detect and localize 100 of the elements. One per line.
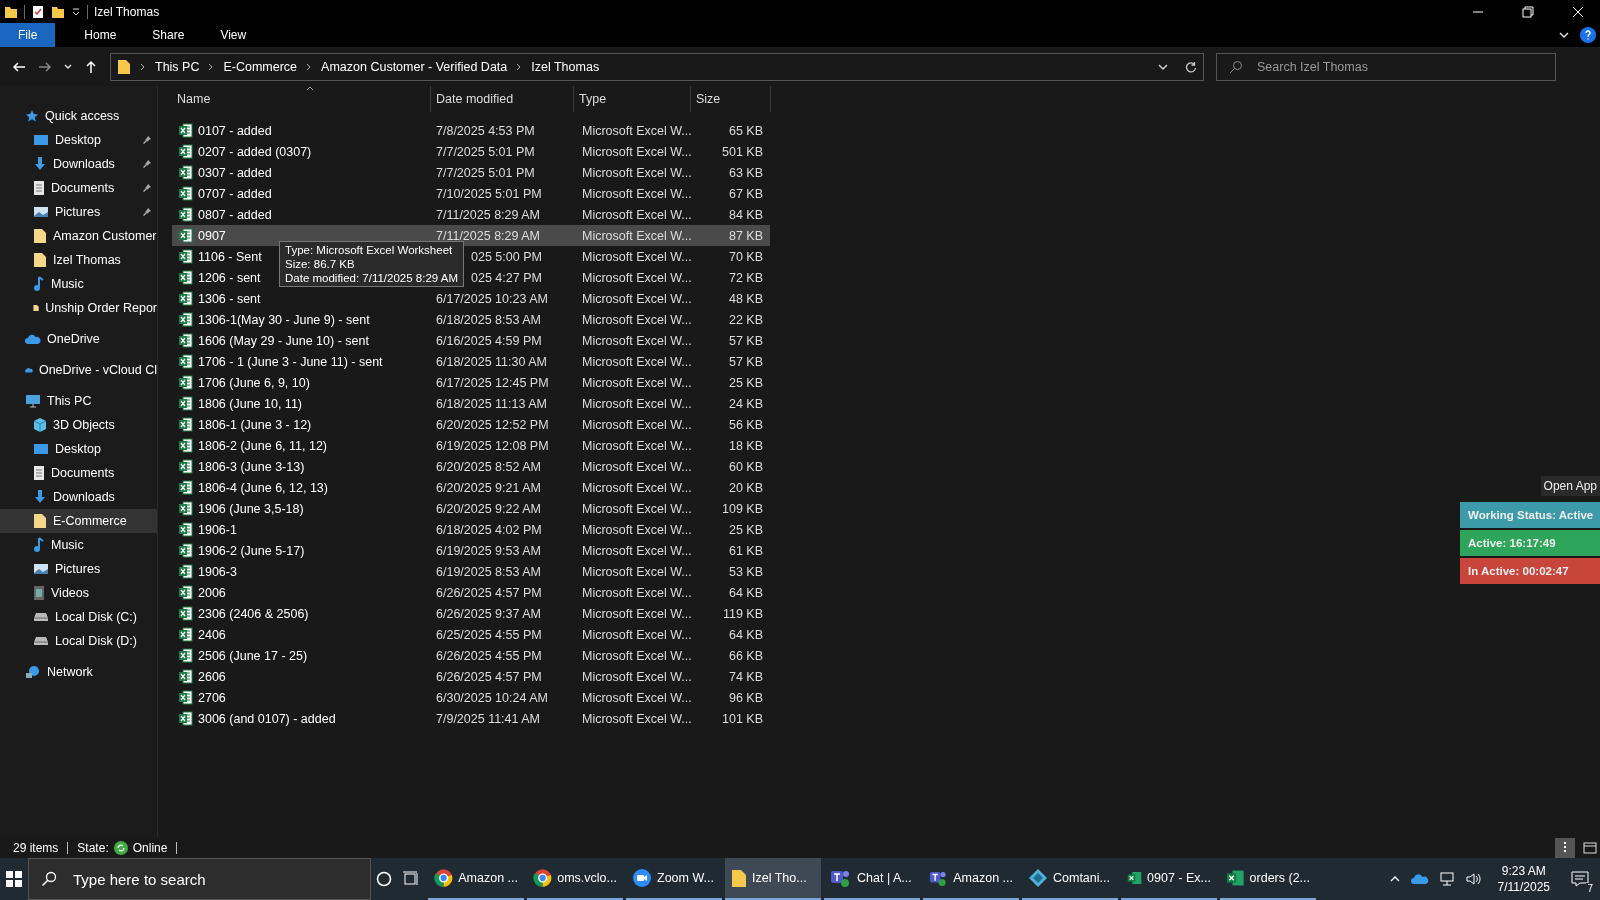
network-icon[interactable] xyxy=(1438,871,1455,887)
file-name[interactable]: 2306 (2406 & 2506) xyxy=(198,606,309,621)
up-icon[interactable] xyxy=(84,59,98,74)
address-bar[interactable]: This PC E-Commerce Amazon Customer - Verified Data Izel Thomas xyxy=(110,52,1204,81)
chevron-icon[interactable] xyxy=(1558,29,1570,41)
file-name[interactable]: 1106 - Sent xyxy=(198,249,262,264)
file-name[interactable]: 3006 (and 0107) - added xyxy=(198,711,336,726)
file-name[interactable]: 0707 - added xyxy=(198,186,272,201)
taskbar-app[interactable]: oms.vclo... xyxy=(527,858,623,900)
taskbar-search-input[interactable]: Type here to search xyxy=(71,869,370,889)
forward-icon[interactable] xyxy=(38,59,52,74)
taskbar-app[interactable]: orders (2... xyxy=(1220,858,1316,900)
sidebar-item[interactable]: Desktop xyxy=(0,437,157,461)
file-name[interactable]: 1606 (May 29 - June 10) - sent xyxy=(198,333,369,348)
task-view-icon[interactable] xyxy=(402,871,420,887)
sidebar-item[interactable]: Pictures xyxy=(0,200,157,224)
spreadsheet-file-icon xyxy=(178,711,193,726)
search-field[interactable]: Search Izel Thomas xyxy=(1216,52,1556,81)
column-header[interactable]: Size xyxy=(691,86,771,112)
sidebar-item[interactable]: Izel Thomas xyxy=(0,248,157,272)
refresh-icon[interactable] xyxy=(1185,60,1197,73)
start-icon[interactable] xyxy=(5,870,23,888)
sidebar-item[interactable]: Music xyxy=(0,533,157,557)
ribbon-tab[interactable]: File xyxy=(0,23,56,47)
sidebar-item[interactable]: Videos xyxy=(0,581,157,605)
file-name[interactable]: 1706 (June 6, 9, 10) xyxy=(198,375,310,390)
file-name[interactable]: 2706 xyxy=(198,690,226,705)
close-icon[interactable] xyxy=(1572,5,1584,18)
file-name[interactable]: 0907 xyxy=(198,228,226,243)
taskbar-app[interactable]: Zoom W... xyxy=(626,858,722,900)
file-name[interactable]: 0107 - added xyxy=(198,123,272,138)
sidebar-item[interactable]: Pictures xyxy=(0,557,157,581)
taskbar-app[interactable]: Comtani... xyxy=(1022,858,1118,900)
volume-icon[interactable] xyxy=(1464,871,1483,887)
taskbar-app[interactable]: Amazon ... xyxy=(923,858,1019,900)
sidebar-item[interactable]: Downloads xyxy=(0,152,157,176)
sidebar-item[interactable]: This PC xyxy=(0,389,157,413)
search-input[interactable]: Search Izel Thomas xyxy=(1255,58,1543,75)
sidebar-item[interactable]: Amazon Customer xyxy=(0,224,157,248)
file-name[interactable]: 0207 - added (0307) xyxy=(198,144,312,159)
taskbar-app[interactable]: Izel Tho... xyxy=(725,858,821,900)
chevron-icon[interactable] xyxy=(139,62,147,71)
sidebar-item[interactable]: OneDrive - vCloud Cl xyxy=(0,358,157,382)
help-icon[interactable] xyxy=(1580,27,1596,43)
column-header[interactable]: Name xyxy=(172,86,431,112)
taskbar-app[interactable]: 0907 - Ex... xyxy=(1121,858,1217,900)
recent-icon[interactable] xyxy=(64,62,72,71)
taskbar-app[interactable]: Chat | A... xyxy=(824,858,920,900)
file-name[interactable]: 2406 xyxy=(198,627,226,642)
file-name[interactable]: 2006 xyxy=(198,585,226,600)
file-name[interactable]: 1806 (June 10, 11) xyxy=(198,396,302,411)
sidebar-item[interactable]: Quick access xyxy=(0,104,157,128)
open-app-button[interactable]: Open App xyxy=(1540,476,1600,496)
file-name[interactable]: 1806-4 (June 6, 12, 13) xyxy=(198,480,328,495)
file-name[interactable]: 1806-1 (June 3 - 12) xyxy=(198,417,312,432)
sidebar-item[interactable]: Documents xyxy=(0,461,157,485)
notification-button[interactable]: 7 xyxy=(1560,858,1600,900)
file-name[interactable]: 1206 - sent xyxy=(198,270,261,285)
ribbon-tab[interactable]: View xyxy=(203,23,264,47)
ribbon-tab[interactable]: Home xyxy=(67,23,134,47)
breadcrumb[interactable]: This PC xyxy=(155,59,200,74)
sidebar-item[interactable]: Downloads xyxy=(0,485,157,509)
sidebar-item[interactable]: Desktop xyxy=(0,128,157,152)
sidebar-item[interactable]: Network xyxy=(0,660,157,684)
file-name[interactable]: 0807 - added xyxy=(198,207,272,222)
file-name[interactable]: 1906-2 (June 5-17) xyxy=(198,543,305,558)
file-name[interactable]: 2606 xyxy=(198,669,226,684)
taskbar-search-field[interactable]: Type here to search xyxy=(28,858,371,900)
details-view-icon[interactable] xyxy=(1555,837,1575,858)
breadcrumb[interactable]: E-Commerce xyxy=(223,59,298,74)
column-header[interactable]: Type xyxy=(574,86,691,112)
sidebar-item[interactable]: OneDrive xyxy=(0,327,157,351)
restore-icon[interactable] xyxy=(1522,5,1534,18)
sidebar-item[interactable]: Local Disk (D:) xyxy=(0,629,157,653)
file-name[interactable]: 1806-2 (June 6, 11, 12) xyxy=(198,438,328,453)
dropdown-icon[interactable] xyxy=(71,6,81,17)
file-name[interactable]: 1806-3 (June 3-13) xyxy=(198,459,305,474)
ribbon-tab[interactable]: Share xyxy=(135,23,202,47)
file-name[interactable]: 1906-1 xyxy=(198,522,237,537)
back-icon[interactable] xyxy=(12,59,26,74)
file-row-highlight[interactable]: 0907 7/11/2025 8:29 AM Microsoft Excel W... 87 KB xyxy=(172,225,770,246)
file-name[interactable]: 1306 - sent xyxy=(198,291,261,306)
file-name[interactable]: 2506 (June 17 - 25) xyxy=(198,648,308,663)
file-name[interactable]: 1906 (June 3,5-18) xyxy=(198,501,304,516)
column-header[interactable]: Date modified xyxy=(431,86,574,112)
sidebar-item[interactable]: Unship Order Repor xyxy=(0,296,157,320)
taskbar-app[interactable]: Amazon ... xyxy=(428,858,524,900)
file-name[interactable]: 1706 - 1 (June 3 - June 11) - sent xyxy=(198,354,383,369)
sidebar-item[interactable]: Local Disk (C:) xyxy=(0,605,157,629)
file-name[interactable]: 1906-3 xyxy=(198,564,237,579)
file-name[interactable]: 0307 - added xyxy=(198,165,272,180)
clock[interactable]: 9:23 AM 7/11/2025 xyxy=(1487,863,1560,895)
cloud-icon[interactable] xyxy=(1410,873,1429,885)
sidebar-item[interactable]: 3D Objects xyxy=(0,413,157,437)
sidebar-item[interactable]: E-Commerce xyxy=(0,509,157,533)
sidebar-item[interactable]: Music xyxy=(0,272,157,296)
breadcrumb[interactable]: Izel Thomas xyxy=(531,59,600,74)
sidebar-item[interactable]: Documents xyxy=(0,176,157,200)
breadcrumb[interactable]: Amazon Customer - Verified Data xyxy=(321,59,508,74)
file-name[interactable]: 1306-1(May 30 - June 9) - sent xyxy=(198,312,370,327)
